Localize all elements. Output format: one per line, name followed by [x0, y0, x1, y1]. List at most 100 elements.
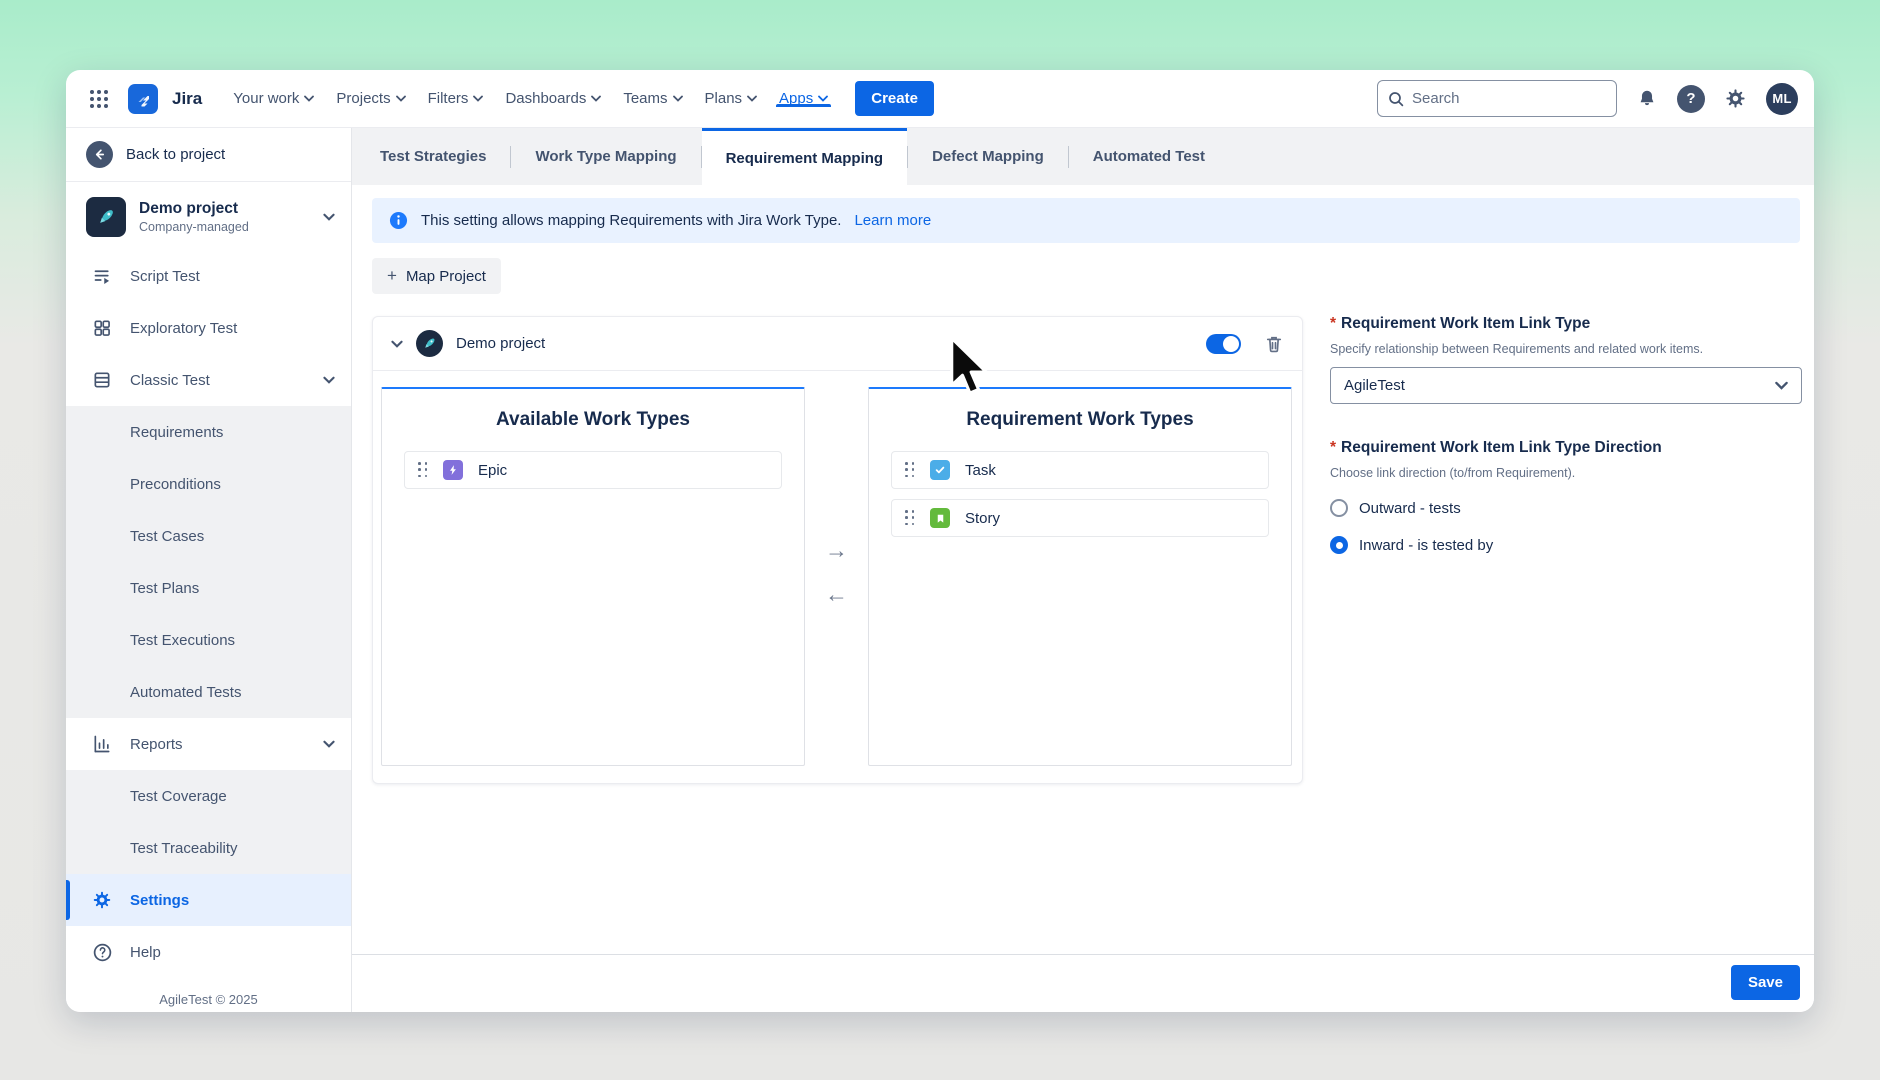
radio-outward-tests[interactable]: Outward - tests — [1330, 499, 1802, 517]
drag-handle-icon[interactable] — [905, 462, 915, 478]
requirement-work-types-panel: Requirement Work Types Task — [868, 387, 1292, 766]
save-bar: Save — [352, 954, 1814, 1000]
link-type-title: Requirement Work Item Link Type — [1330, 315, 1802, 333]
sidebar-item-help[interactable]: Help — [66, 926, 351, 978]
tab-automated-test[interactable]: Automated Test — [1069, 128, 1229, 185]
topbar-right: ? ML — [1377, 70, 1798, 127]
mapping-card-body: Available Work Types Epic — [373, 371, 1302, 783]
search-box[interactable] — [1377, 80, 1617, 117]
sidebar-item-label: Classic Test — [130, 372, 307, 389]
available-work-types-panel: Available Work Types Epic — [381, 387, 805, 766]
move-right-arrow-icon[interactable] — [825, 539, 848, 562]
project-meta: Demo project Company-managed — [139, 200, 310, 234]
grid-icon — [90, 90, 108, 108]
sidebar: Back to project Demo project Company-man… — [66, 128, 352, 1012]
sidebar-item-requirements[interactable]: Requirements — [66, 406, 351, 458]
tab-content: This setting allows mapping Requirements… — [352, 185, 1814, 1012]
sidebar-item-classic-test[interactable]: Classic Test — [66, 354, 351, 406]
project-name: Demo project — [139, 200, 310, 218]
info-icon — [389, 211, 408, 230]
work-type-label: Epic — [478, 462, 507, 479]
user-avatar[interactable]: ML — [1766, 83, 1798, 115]
app-switcher-icon[interactable] — [82, 82, 116, 116]
trash-icon[interactable] — [1264, 334, 1284, 354]
direction-title: Requirement Work Item Link Type Directio… — [1330, 439, 1802, 457]
search-input[interactable] — [1412, 90, 1582, 107]
sidebar-item-preconditions[interactable]: Preconditions — [66, 458, 351, 510]
main-area: Test Strategies Work Type Mapping Requir… — [352, 128, 1814, 1012]
sidebar-item-label: Help — [130, 944, 335, 961]
save-button[interactable]: Save — [1731, 965, 1800, 1000]
sidebar-item-label: Script Test — [130, 268, 335, 285]
back-to-project[interactable]: Back to project — [66, 128, 351, 182]
sidebar-item-test-executions[interactable]: Test Executions — [66, 614, 351, 666]
sidebar-item-test-traceability[interactable]: Test Traceability — [66, 822, 351, 874]
nav-projects[interactable]: Projects — [325, 90, 416, 107]
radio-inward-is-tested-by[interactable]: Inward - is tested by — [1330, 536, 1802, 554]
nav-apps[interactable]: Apps — [768, 90, 839, 107]
chevron-down-icon — [323, 376, 335, 384]
tab-bar: Test Strategies Work Type Mapping Requir… — [352, 128, 1814, 185]
chevron-down-icon — [323, 213, 335, 221]
learn-more-link[interactable]: Learn more — [854, 212, 931, 229]
project-subtitle: Company-managed — [139, 220, 310, 234]
work-type-item-epic[interactable]: Epic — [404, 451, 782, 489]
nav-dashboards[interactable]: Dashboards — [494, 90, 612, 107]
settings-gear-icon — [90, 889, 114, 911]
link-type-description: Specify relationship between Requirement… — [1330, 342, 1802, 356]
tab-requirement-mapping[interactable]: Requirement Mapping — [702, 128, 908, 185]
primary-nav: Your work Projects Filters Dashboards Te… — [222, 90, 839, 107]
jira-logo-icon[interactable] — [128, 84, 158, 114]
radio-label: Inward - is tested by — [1359, 537, 1493, 554]
radio-checked-icon[interactable] — [1330, 536, 1348, 554]
drag-handle-icon[interactable] — [905, 510, 915, 526]
app-window: Jira Your work Projects Filters Dashboar… — [66, 70, 1814, 1012]
collapse-chevron-icon[interactable] — [391, 340, 403, 348]
topbar-left: Jira Your work Projects Filters Dashboar… — [82, 70, 934, 127]
gear-icon[interactable] — [1724, 87, 1747, 110]
tab-test-strategies[interactable]: Test Strategies — [356, 128, 510, 185]
nav-teams[interactable]: Teams — [612, 90, 693, 107]
work-type-item-story[interactable]: Story — [891, 499, 1269, 537]
nav-your-work[interactable]: Your work — [222, 90, 325, 107]
link-type-select[interactable]: AgileTest — [1330, 367, 1802, 404]
sidebar-item-reports[interactable]: Reports — [66, 718, 351, 770]
work-type-item-task[interactable]: Task — [891, 451, 1269, 489]
map-project-button[interactable]: Map Project — [372, 258, 501, 294]
sidebar-item-label: Reports — [130, 736, 307, 753]
brand-title: Jira — [172, 89, 202, 109]
direction-description: Choose link direction (to/from Requireme… — [1330, 466, 1802, 480]
banner-text: This setting allows mapping Requirements… — [421, 212, 841, 229]
help-circle-icon — [90, 942, 114, 963]
notification-bell-icon[interactable] — [1636, 88, 1658, 110]
sidebar-item-settings[interactable]: Settings — [66, 874, 351, 926]
mapping-enabled-toggle[interactable] — [1206, 334, 1241, 354]
search-icon — [1388, 91, 1404, 107]
sidebar-item-test-cases[interactable]: Test Cases — [66, 510, 351, 562]
project-header[interactable]: Demo project Company-managed — [66, 182, 351, 250]
back-to-project-label: Back to project — [126, 146, 225, 163]
sidebar-item-test-coverage[interactable]: Test Coverage — [66, 770, 351, 822]
map-project-label: Map Project — [406, 268, 486, 285]
move-left-arrow-icon[interactable] — [825, 583, 848, 606]
task-icon — [930, 460, 950, 480]
nav-filters[interactable]: Filters — [417, 90, 495, 107]
create-button[interactable]: Create — [855, 81, 934, 116]
epic-icon — [443, 460, 463, 480]
tab-defect-mapping[interactable]: Defect Mapping — [908, 128, 1068, 185]
plus-icon — [387, 267, 397, 285]
nav-plans[interactable]: Plans — [694, 90, 769, 107]
sidebar-item-script-test[interactable]: Script Test — [66, 250, 351, 302]
classic-test-icon — [90, 370, 114, 390]
work-type-label: Task — [965, 462, 996, 479]
help-icon[interactable]: ? — [1677, 85, 1705, 113]
sidebar-item-test-plans[interactable]: Test Plans — [66, 562, 351, 614]
reports-icon — [90, 734, 114, 754]
radio-icon[interactable] — [1330, 499, 1348, 517]
drag-handle-icon[interactable] — [418, 462, 428, 478]
tab-work-type-mapping[interactable]: Work Type Mapping — [511, 128, 700, 185]
sidebar-footer: AgileTest © 2025 — [66, 978, 351, 1012]
sidebar-item-automated-tests[interactable]: Automated Tests — [66, 666, 351, 718]
sidebar-item-exploratory-test[interactable]: Exploratory Test — [66, 302, 351, 354]
link-type-settings: Requirement Work Item Link Type Specify … — [1330, 315, 1802, 554]
